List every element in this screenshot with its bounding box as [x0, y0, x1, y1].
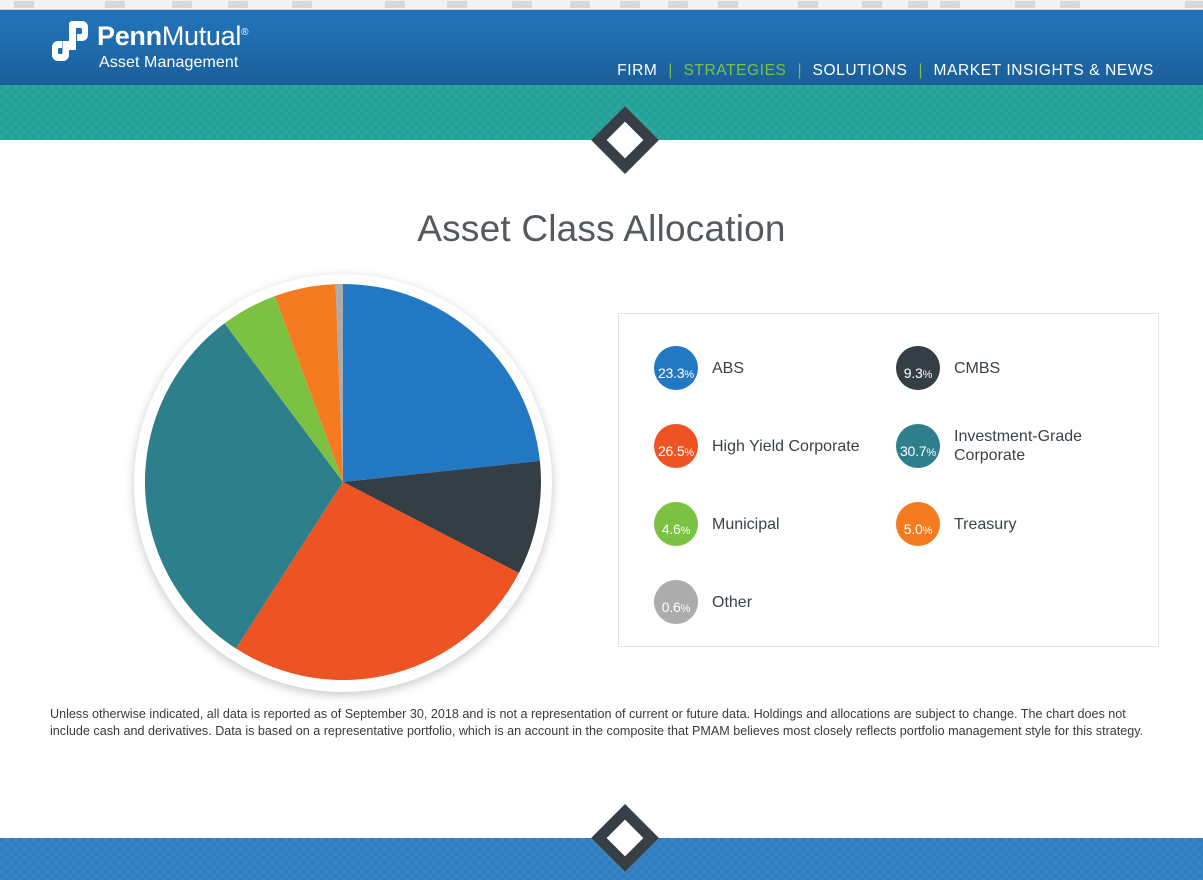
chrome-ghost-element: [228, 1, 248, 8]
legend-percent-value: 26.5: [657, 443, 685, 459]
legend-item[interactable]: 26.5% High Yield Corporate: [654, 415, 924, 477]
brand-logo[interactable]: PennMutual® Asset Management: [52, 18, 248, 73]
chrome-ghost-element: [798, 1, 818, 8]
chrome-ghost-element: [512, 1, 532, 8]
legend-percent-value: 9.3: [903, 365, 923, 381]
pie-chart-svg: [145, 284, 541, 680]
brand-name: PennMutual®: [97, 18, 248, 51]
disclosure-footnote: Unless otherwise indicated, all data is …: [50, 707, 1144, 738]
chrome-ghost-element: [718, 1, 738, 8]
chrome-ghost-element: [385, 1, 405, 8]
legend-percent-value: 4.6: [661, 521, 681, 537]
main-navigation: FIRM | STRATEGIES | SOLUTIONS | MARKET INSIGHT…: [613, 62, 1158, 80]
legend-percent-symbol: %: [922, 525, 933, 537]
chrome-ghost-element: [668, 1, 688, 8]
legend-percent-value: 23.3: [657, 365, 685, 381]
penn-mutual-dp-monogram-icon: [52, 21, 88, 61]
page-root: PennMutual® Asset Management FIRM | STRATE…: [0, 0, 1203, 880]
legend-percent-symbol: %: [680, 525, 691, 537]
chrome-ghost-element: [447, 1, 467, 8]
legend-percent-value: 30.7: [899, 443, 927, 459]
brand-name-bold: Penn: [97, 21, 162, 51]
legend-percent-symbol: %: [680, 603, 691, 615]
legend-percent-bubble: 5.0%: [896, 502, 940, 546]
legend-percent-symbol: %: [684, 447, 695, 459]
chrome-ghost-element: [908, 1, 928, 8]
browser-chrome-strip: [0, 0, 1203, 10]
legend-percent-bubble: 23.3%: [654, 346, 698, 390]
chrome-ghost-element: [105, 1, 125, 8]
registered-mark: ®: [241, 27, 249, 38]
site-header: PennMutual® Asset Management FIRM | STRATE…: [0, 10, 1203, 85]
legend-card: 23.3% ABS 26.5% High Yield Corporate 4.6% Mun…: [618, 313, 1159, 647]
chrome-ghost-element: [172, 1, 192, 8]
nav-item-strategies[interactable]: STRATEGIES: [679, 62, 790, 80]
legend-percent-bubble: 4.6%: [654, 502, 698, 546]
chrome-ghost-element: [1185, 1, 1203, 8]
chrome-ghost-element: [14, 1, 34, 8]
legend-percent-value: 0.6: [661, 599, 681, 615]
legend-percent-symbol: %: [684, 369, 695, 381]
legend-percent-symbol: %: [922, 369, 933, 381]
pie-slice-abs: [343, 284, 540, 482]
legend-item-label: Other: [712, 593, 753, 611]
nav-item-market-insights-news[interactable]: MARKET INSIGHTS & NEWS: [930, 62, 1158, 80]
legend-column-right: 9.3% CMBS 30.7% Investment-Grade Corporate 5…: [896, 337, 1166, 571]
nav-item-firm[interactable]: FIRM: [613, 62, 661, 80]
legend-item-label: CMBS: [954, 359, 1001, 377]
nav-separator: |: [918, 62, 923, 79]
legend-item[interactable]: 4.6% Municipal: [654, 493, 924, 555]
chrome-ghost-element: [862, 1, 882, 8]
nav-separator: |: [668, 62, 673, 79]
legend-item[interactable]: 9.3% CMBS: [896, 337, 1166, 399]
legend-percent-bubble: 9.3%: [896, 346, 940, 390]
legend-item[interactable]: 5.0% Treasury: [896, 493, 1166, 555]
chrome-ghost-element: [940, 1, 960, 8]
legend-percent-bubble: 0.6%: [654, 580, 698, 624]
brand-name-light: Mutual: [161, 21, 242, 51]
chrome-ghost-element: [570, 1, 590, 8]
chrome-ghost-element: [620, 1, 640, 8]
legend-item-label: ABS: [712, 359, 745, 377]
chrome-ghost-element: [1015, 1, 1035, 8]
legend-item-label: High Yield Corporate: [712, 437, 860, 455]
legend-percent-value: 5.0: [903, 521, 923, 537]
chrome-ghost-element: [1060, 1, 1080, 8]
legend-item[interactable]: 23.3% ABS: [654, 337, 924, 399]
brand-text: PennMutual® Asset Management: [97, 18, 248, 73]
page-title: Asset Class Allocation: [417, 208, 786, 249]
legend-item-label: Treasury: [954, 515, 1017, 533]
legend-column-left: 23.3% ABS 26.5% High Yield Corporate 4.6% Mun…: [654, 337, 924, 649]
legend-percent-symbol: %: [926, 447, 937, 459]
nav-item-solutions[interactable]: SOLUTIONS: [809, 62, 912, 80]
legend-percent-bubble: 26.5%: [654, 424, 698, 468]
legend-item-label: Municipal: [712, 515, 780, 533]
brand-subtitle: Asset Management: [99, 54, 239, 71]
asset-class-allocation-pie-chart: [134, 274, 552, 692]
legend-item-label: Investment-Grade Corporate: [954, 428, 1083, 464]
chrome-ghost-element: [292, 1, 312, 8]
legend-percent-bubble: 30.7%: [896, 424, 940, 468]
legend-item[interactable]: 0.6% Other: [654, 571, 924, 633]
legend-item[interactable]: 30.7% Investment-Grade Corporate: [896, 415, 1166, 477]
nav-separator: |: [797, 62, 802, 79]
